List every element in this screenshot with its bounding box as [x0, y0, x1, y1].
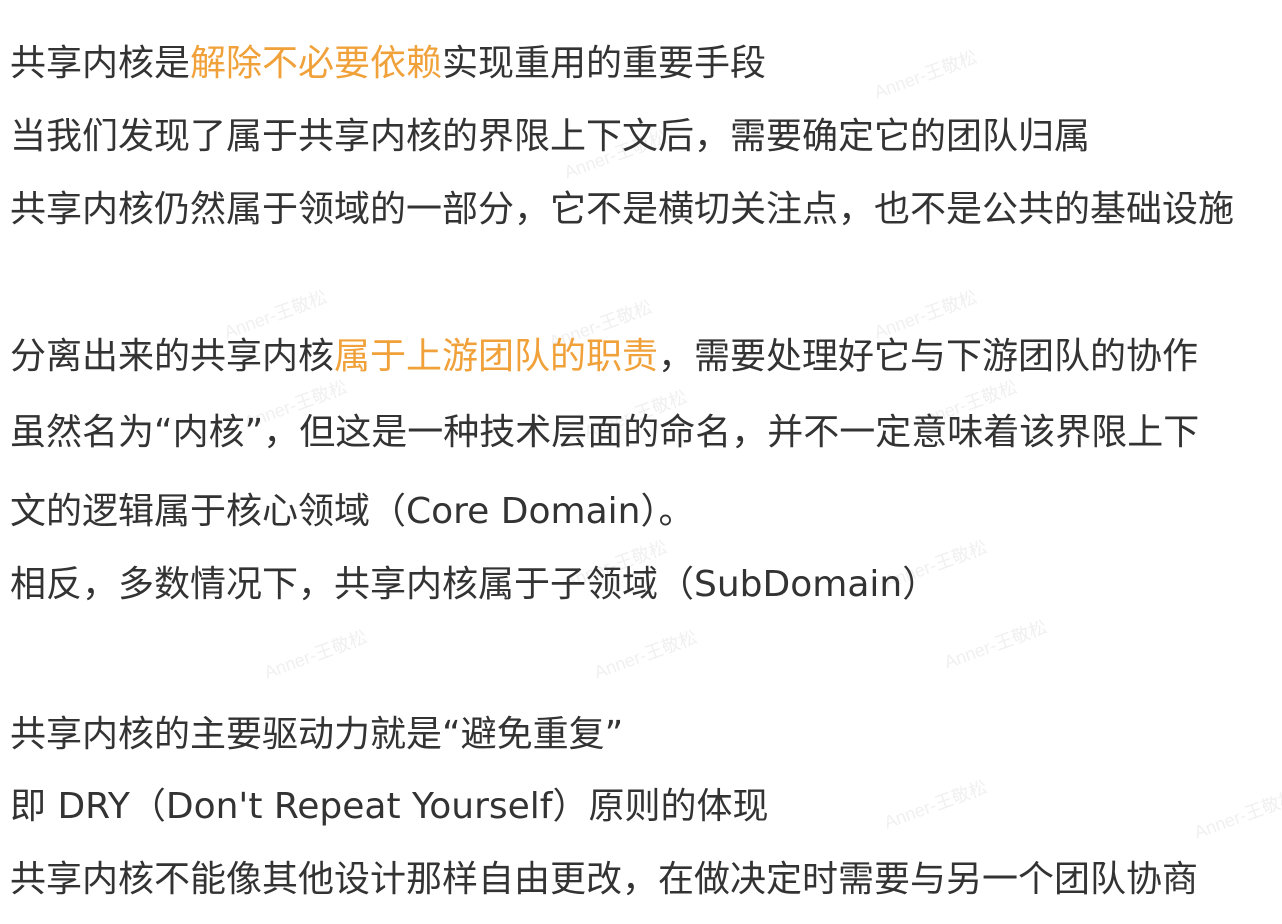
watermark: Anner-王敬松: [871, 46, 980, 103]
text-segment: 实现重用的重要手段: [442, 43, 767, 84]
text-line: 相反，多数情况下，共享内核属于子领域（SubDomain）: [10, 563, 938, 607]
watermark: Anner-王敬松: [881, 776, 990, 833]
watermark: Anner-王敬松: [591, 626, 700, 683]
text-line: 当我们发现了属于共享内核的界限上下文后，需要确定它的团队归属: [10, 115, 1090, 159]
watermark: Anner-王敬松: [1191, 786, 1282, 843]
text-line: 共享内核是解除不必要依赖实现重用的重要手段: [10, 42, 766, 86]
text-segment: 分离出来的共享内核: [10, 336, 335, 377]
text-segment: 相反，多数情况下，共享内核属于子领域（SubDomain）: [10, 564, 939, 605]
text-segment: 共享内核不能像其他设计那样自由更改，在做决定时需要与另一个团队协商: [10, 859, 1199, 900]
text-segment: 共享内核仍然属于领域的一部分，它不是横切关注点，也不是公共的基础设施: [10, 189, 1235, 230]
text-segment: 即 DRY（Don't Repeat Yourself）原则的体现: [10, 786, 769, 827]
text-line: 文的逻辑属于核心领域（Core Domain）。: [10, 490, 694, 534]
text-segment: ，需要处理好它与下游团队的协作: [658, 336, 1199, 377]
text-line: 共享内核的主要驱动力就是“避免重复”: [10, 713, 623, 757]
text-segment: 共享内核的主要驱动力就是“避免重复”: [10, 714, 624, 755]
watermark: Anner-王敬松: [261, 626, 370, 683]
text-line: 虽然名为“内核”，但这是一种技术层面的命名，并不一定意味着该界限上下: [10, 411, 1199, 455]
highlight-text: 解除不必要依赖: [190, 43, 443, 84]
text-segment: 共享内核是: [10, 43, 191, 84]
text-line: 即 DRY（Don't Repeat Yourself）原则的体现: [10, 785, 768, 829]
highlight-text: 属于上游团队的职责: [334, 336, 659, 377]
text-segment: 文的逻辑属于核心领域（Core Domain）。: [10, 491, 695, 532]
text-line: 分离出来的共享内核属于上游团队的职责，需要处理好它与下游团队的协作: [10, 335, 1198, 379]
text-line: 共享内核不能像其他设计那样自由更改，在做决定时需要与另一个团队协商: [10, 858, 1198, 902]
watermark: Anner-王敬松: [941, 616, 1050, 673]
text-segment: 虽然名为“内核”，但这是一种技术层面的命名，并不一定意味着该界限上下: [10, 412, 1200, 453]
text-segment: 当我们发现了属于共享内核的界限上下文后，需要确定它的团队归属: [10, 116, 1091, 157]
text-line: 共享内核仍然属于领域的一部分，它不是横切关注点，也不是公共的基础设施: [10, 188, 1234, 232]
